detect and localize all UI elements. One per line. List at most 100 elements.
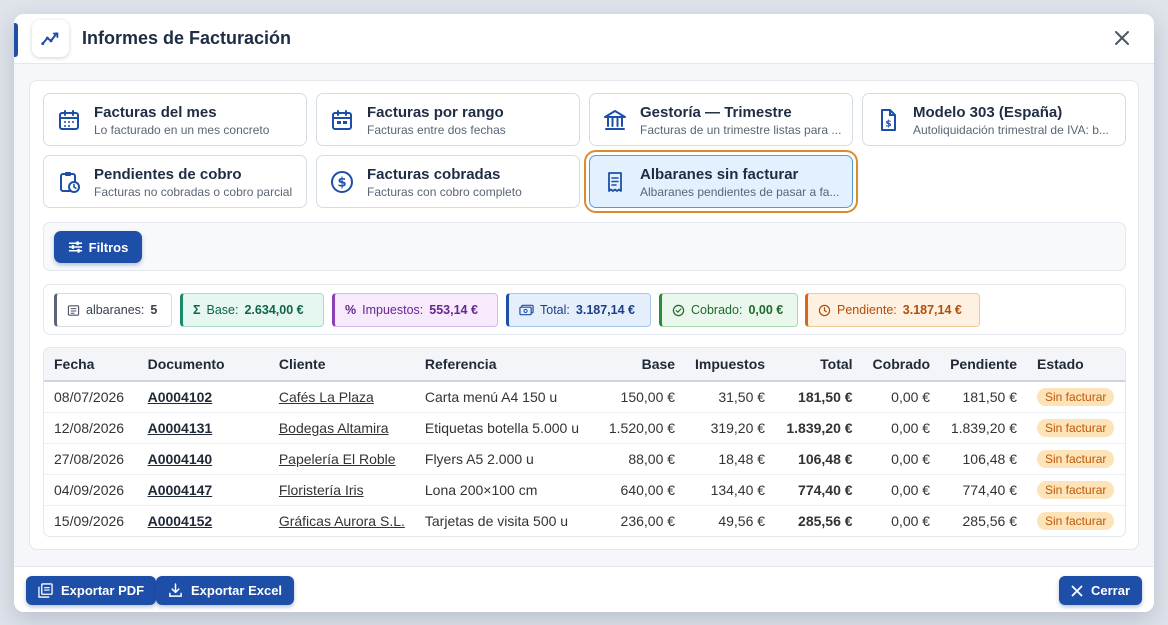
cell-cobrado: 0,00 € <box>862 381 941 413</box>
client-link[interactable]: Bodegas Altamira <box>279 420 389 436</box>
cell-total: 774,40 € <box>775 474 863 506</box>
client-link[interactable]: Floristería Iris <box>279 482 364 498</box>
status-badge: Sin facturar <box>1037 511 1115 530</box>
calendar-range-icon <box>329 107 355 133</box>
dialog-header: Informes de Facturación <box>14 14 1154 64</box>
column-header-pendiente[interactable]: Pendiente <box>940 348 1027 381</box>
cell-fecha: 08/07/2026 <box>44 381 138 413</box>
report-card-facturas-mes[interactable]: Facturas del mes Lo facturado en un mes … <box>43 93 307 146</box>
dialog-body: Facturas del mes Lo facturado en un mes … <box>14 64 1154 566</box>
report-card-pendientes-cobro[interactable]: Pendientes de cobro Facturas no cobradas… <box>43 155 307 208</box>
export-pdf-button[interactable]: Exportar PDF <box>26 576 157 605</box>
cell-referencia: Etiquetas botella 5.000 u <box>414 412 590 444</box>
close-icon[interactable] <box>1110 26 1134 50</box>
column-header-estado[interactable]: Estado <box>1027 348 1125 381</box>
check-circle-icon <box>672 304 685 317</box>
sliders-icon <box>68 240 83 254</box>
summary-chip-base: Σ Base: 2.634,00 € <box>180 293 324 327</box>
receipt-icon <box>602 169 628 195</box>
summary-chip-pending: Pendiente: 3.187,14 € <box>805 293 980 327</box>
summary-bar: albaranes: 5 Σ Base: 2.634,00 € % Impues… <box>43 284 1126 335</box>
column-header-impuestos[interactable]: Impuestos <box>685 348 775 381</box>
reports-panel: Facturas del mes Lo facturado en un mes … <box>29 80 1139 550</box>
cell-referencia: Flyers A5 2.000 u <box>414 443 590 475</box>
report-card-title: Facturas cobradas <box>367 166 501 183</box>
cell-base: 640,00 € <box>589 474 686 506</box>
cell-impuestos: 134,40 € <box>685 474 776 506</box>
document-link[interactable]: A0004102 <box>148 389 213 405</box>
cell-total: 181,50 € <box>775 381 863 413</box>
calendar-icon <box>56 107 82 133</box>
billing-reports-dialog: Informes de Facturación Facturas del mes… <box>14 14 1154 612</box>
cell-pendiente: 1.839,20 € <box>940 412 1027 444</box>
report-card-title: Facturas por rango <box>367 104 504 121</box>
report-card-subtitle: Facturas con cobro completo <box>367 185 522 199</box>
table-header-row: Fecha Documento Cliente Referencia Base … <box>44 348 1125 381</box>
column-header-cobrado[interactable]: Cobrado <box>863 348 941 381</box>
column-header-fecha[interactable]: Fecha <box>44 348 138 381</box>
cell-cobrado: 0,00 € <box>862 412 941 444</box>
report-card-subtitle: Facturas entre dos fechas <box>367 123 506 137</box>
document-link[interactable]: A0004152 <box>148 513 213 529</box>
bank-icon <box>602 107 628 133</box>
report-card-facturas-cobradas[interactable]: $ Facturas cobradas Facturas con cobro c… <box>316 155 580 208</box>
report-card-title: Facturas del mes <box>94 104 217 121</box>
report-card-title: Modelo 303 (España) <box>913 104 1063 121</box>
cell-impuestos: 31,50 € <box>685 381 776 413</box>
summary-chip-total: Total: 3.187,14 € <box>506 293 651 327</box>
cell-fecha: 15/09/2026 <box>44 505 138 536</box>
column-header-referencia[interactable]: Referencia <box>415 348 589 381</box>
tax-document-icon: $ <box>875 107 901 133</box>
column-header-documento[interactable]: Documento <box>138 348 269 381</box>
client-link[interactable]: Cafés La Plaza <box>279 389 374 405</box>
report-card-subtitle: Albaranes pendientes de pasar a fa... <box>640 185 840 199</box>
client-link[interactable]: Papelería El Roble <box>279 451 396 467</box>
report-card-albaranes-sin-facturar[interactable]: Albaranes sin facturar Albaranes pendien… <box>589 155 853 208</box>
summary-chip-paid: Cobrado: 0,00 € <box>659 293 798 327</box>
chip-label: Pendiente: <box>837 303 897 317</box>
cell-cobrado: 0,00 € <box>862 443 941 475</box>
client-link[interactable]: Gráficas Aurora S.L. <box>279 513 405 529</box>
cell-impuestos: 319,20 € <box>685 412 776 444</box>
dialog-footer: Exportar PDF Exportar Excel Cerrar <box>14 566 1154 612</box>
close-icon <box>1071 585 1083 597</box>
export-excel-label: Exportar Excel <box>191 583 283 598</box>
chip-label: albaranes: <box>86 303 145 317</box>
cell-fecha: 27/08/2026 <box>44 443 138 475</box>
svg-text:$: $ <box>337 176 346 191</box>
cell-impuestos: 18,48 € <box>685 443 776 475</box>
column-header-cliente[interactable]: Cliente <box>269 348 415 381</box>
chip-label: Base: <box>206 303 239 317</box>
report-card-gestoria-trimestre[interactable]: Gestoría — Trimestre Facturas de un trim… <box>589 93 853 146</box>
report-card-title: Gestoría — Trimestre <box>640 104 792 121</box>
chip-label: Impuestos: <box>362 303 424 317</box>
cell-cobrado: 0,00 € <box>862 474 941 506</box>
document-link[interactable]: A0004131 <box>148 420 213 436</box>
chip-label: Total: <box>540 303 570 317</box>
close-button[interactable]: Cerrar <box>1059 576 1143 605</box>
list-icon <box>67 304 80 317</box>
status-badge: Sin facturar <box>1037 387 1115 406</box>
report-card-facturas-rango[interactable]: Facturas por rango Facturas entre dos fe… <box>316 93 580 146</box>
filters-button[interactable]: Filtros <box>54 231 142 263</box>
summary-chip-count: albaranes: 5 <box>54 293 172 327</box>
column-header-base[interactable]: Base <box>589 348 685 381</box>
report-card-subtitle: Lo facturado en un mes concreto <box>94 123 270 137</box>
svg-text:$: $ <box>885 120 891 130</box>
document-link[interactable]: A0004147 <box>148 482 213 498</box>
export-excel-button[interactable]: Exportar Excel <box>156 576 295 605</box>
cell-referencia: Lona 200×100 cm <box>414 474 590 506</box>
close-label: Cerrar <box>1091 583 1131 598</box>
status-badge: Sin facturar <box>1037 418 1115 437</box>
cell-pendiente: 106,48 € <box>940 443 1027 475</box>
cell-cobrado: 0,00 € <box>862 505 941 536</box>
column-header-total[interactable]: Total <box>775 348 862 381</box>
table-row: 08/07/2026 A0004102 Cafés La Plaza Carta… <box>44 381 1125 413</box>
report-card-modelo-303[interactable]: $ Modelo 303 (España) Autoliquidación tr… <box>862 93 1126 146</box>
pdf-icon <box>38 583 53 598</box>
table-row: 12/08/2026 A0004131 Bodegas Altamira Eti… <box>44 412 1125 444</box>
document-link[interactable]: A0004140 <box>148 451 213 467</box>
cell-pendiente: 181,50 € <box>940 381 1027 413</box>
cell-total: 106,48 € <box>775 443 863 475</box>
table-row: 27/08/2026 A0004140 Papelería El Roble F… <box>44 443 1125 475</box>
